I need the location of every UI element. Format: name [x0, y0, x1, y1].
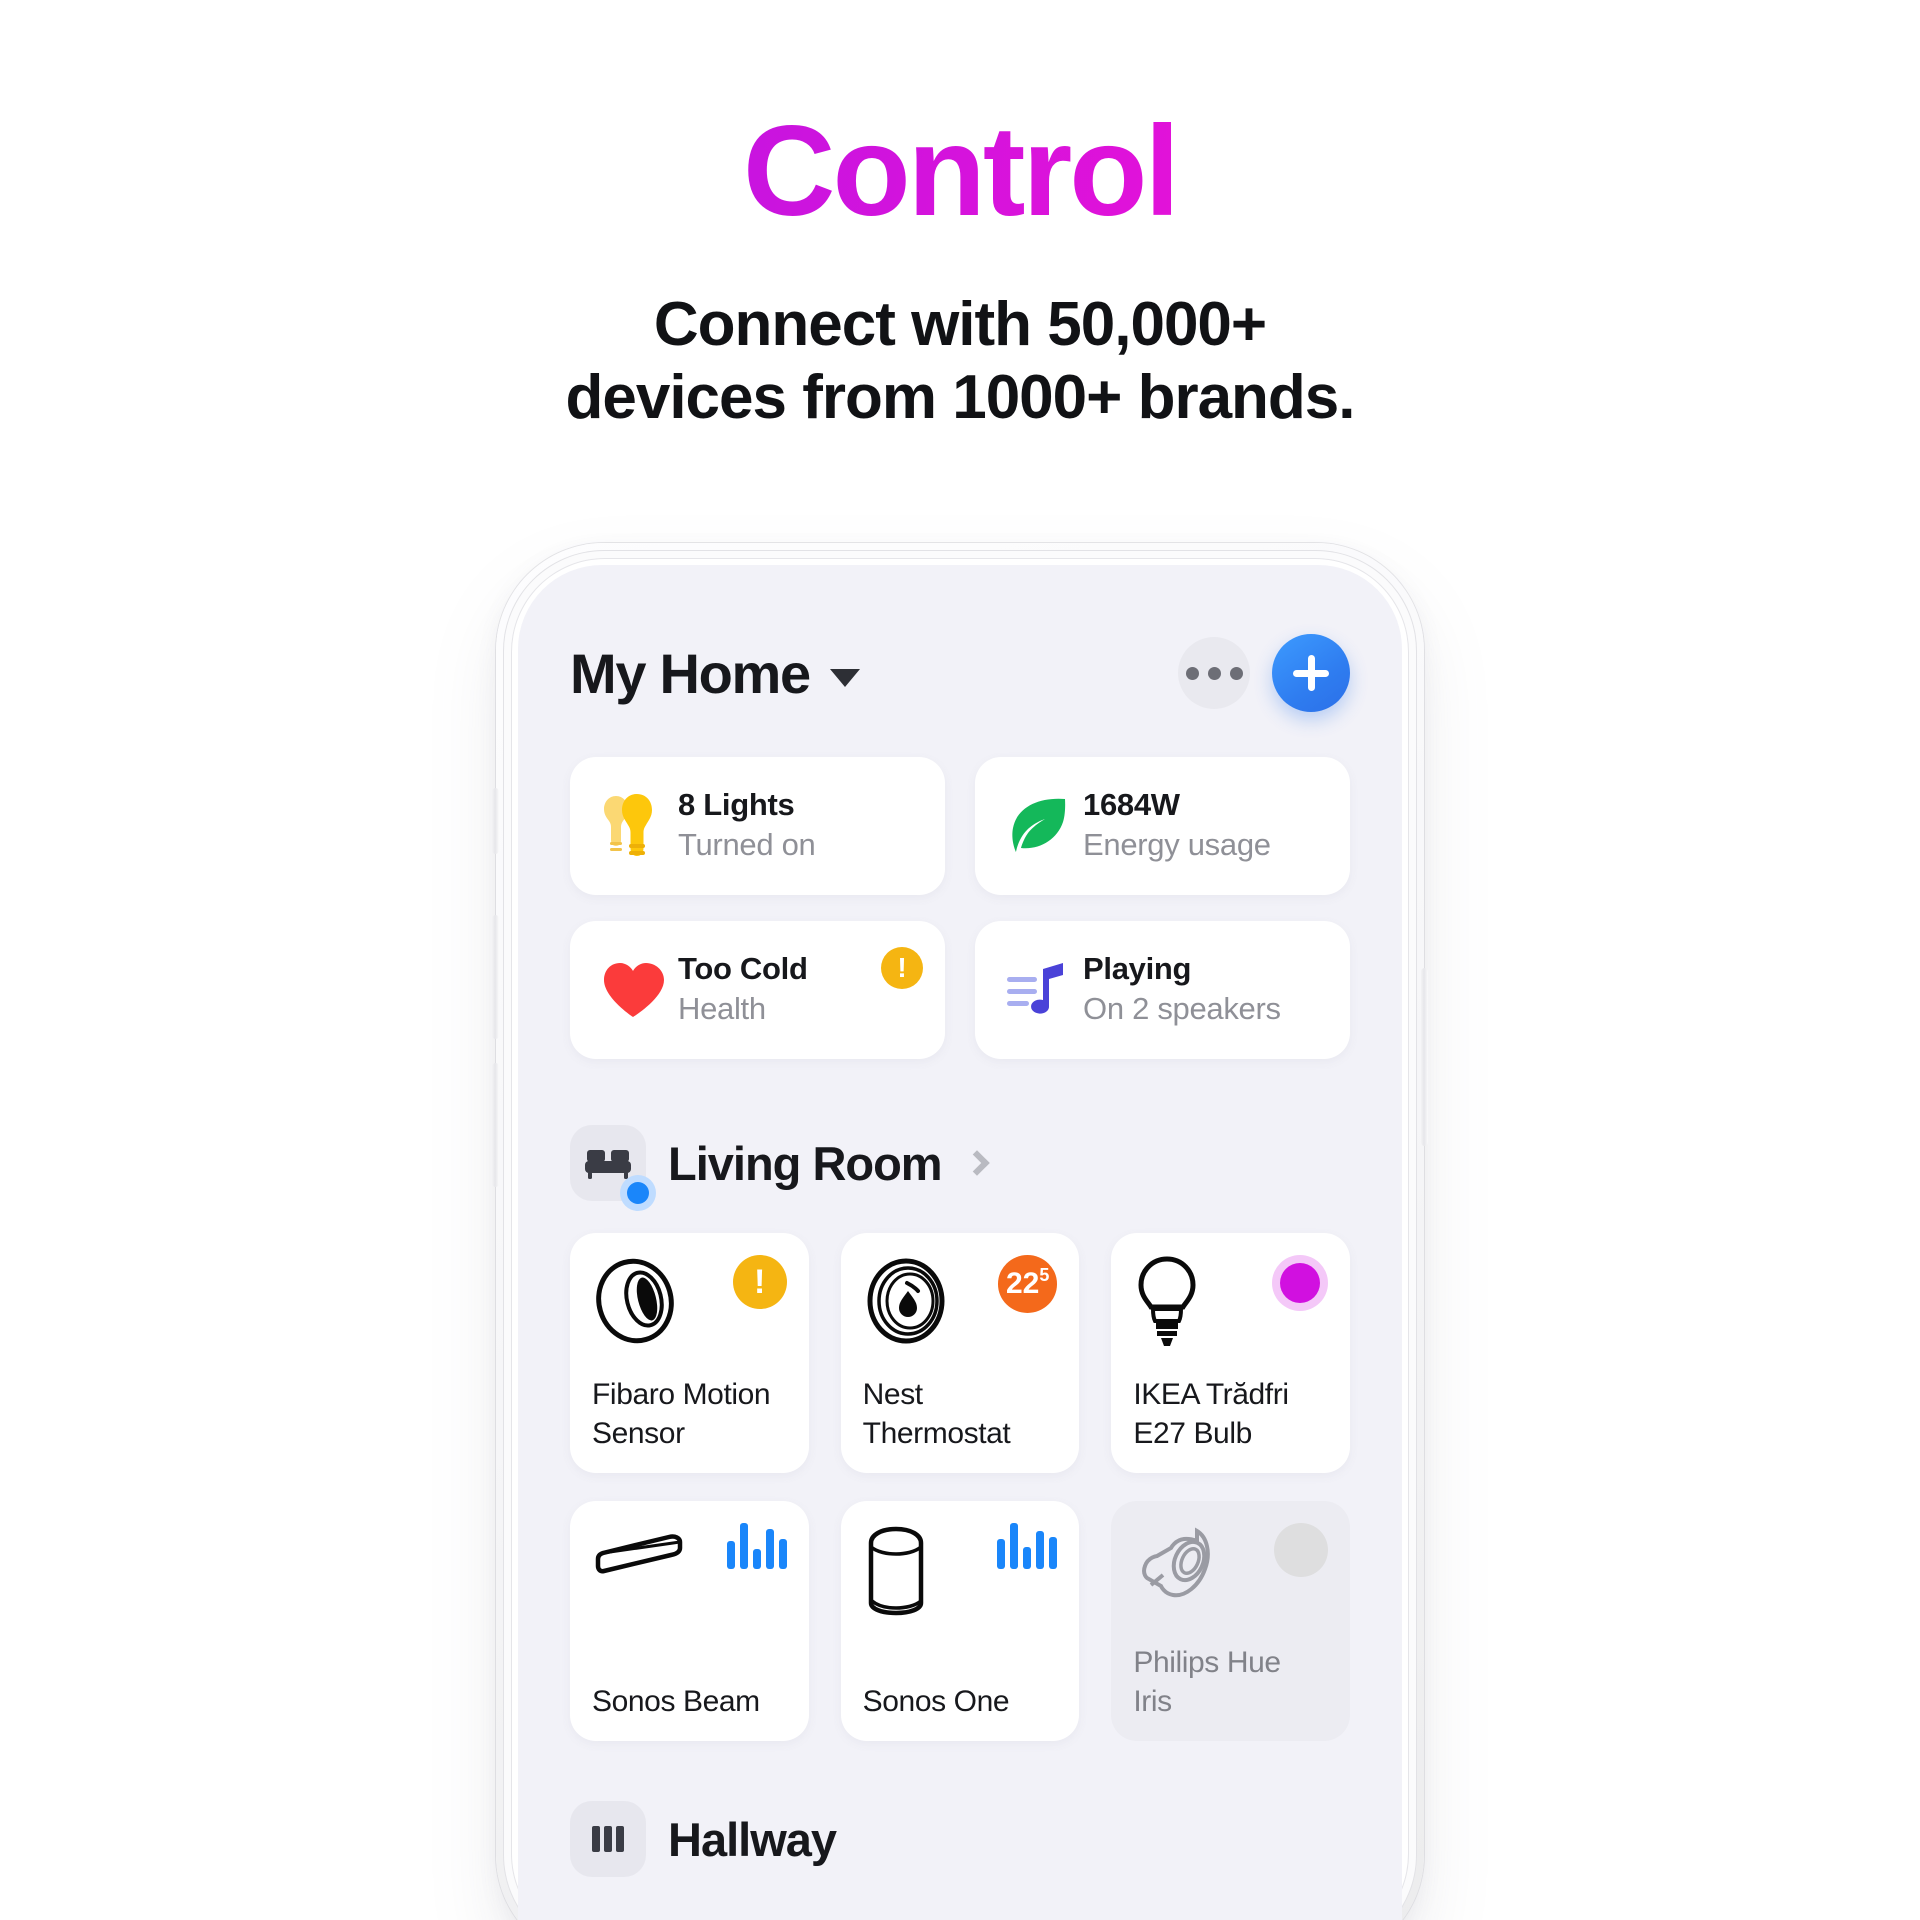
device-card-sonos-beam[interactable]: Sonos Beam	[570, 1501, 809, 1741]
power-off-badge	[1274, 1523, 1328, 1577]
hero-subtitle: Connect with 50,000+ devices from 1000+ …	[0, 288, 1920, 434]
temperature-badge: 22 5	[997, 1255, 1058, 1313]
sofa-icon	[570, 1125, 656, 1211]
room-header-hallway[interactable]: Hallway	[570, 1801, 1350, 1877]
status-card-lights[interactable]: 8 Lights Turned on	[570, 757, 945, 895]
device-card-nest-thermostat[interactable]: 22 5 Nest Thermostat	[840, 1233, 1080, 1473]
device-card-ikea-tradfri-bulb[interactable]: IKEA Trădfri E27 Bulb	[1111, 1233, 1350, 1473]
device-card-top	[592, 1523, 787, 1615]
phone-mockup: My Home 8 Lights Turned on 1684W Energy …	[492, 543, 1428, 1920]
status-card-subtitle: Health	[678, 991, 766, 1027]
soundbar-icon	[595, 1534, 683, 1574]
device-name-label: Fibaro Motion Sensor	[592, 1376, 787, 1453]
status-card-title: 1684W	[1083, 786, 1180, 822]
warning-badge: !	[732, 1255, 787, 1309]
status-card-text: 8 Lights Turned on	[678, 786, 816, 866]
device-name-label: Philips Hue Iris	[1133, 1644, 1328, 1721]
device-name-line1: Fibaro Motion	[592, 1378, 771, 1412]
status-card-text: Playing On 2 speakers	[1083, 951, 1281, 1030]
device-card-top	[1133, 1523, 1328, 1615]
app-header: My Home	[570, 627, 1350, 719]
device-grid-living-room: ! Fibaro Motion Sensor 22 5 Nest Thermos…	[570, 1233, 1350, 1741]
device-name-line1: Nest	[862, 1378, 923, 1412]
temperature-decimal: 5	[1039, 1265, 1050, 1285]
status-card-title: Too Cold	[678, 950, 808, 986]
device-card-sonos-one[interactable]: Sonos One	[840, 1501, 1080, 1741]
device-card-top: !	[592, 1255, 787, 1347]
room-active-dot	[620, 1175, 656, 1211]
header-actions	[1178, 634, 1350, 712]
dot-icon	[1229, 666, 1243, 680]
status-card-text: 1684W Energy usage	[1083, 787, 1271, 866]
status-card-media[interactable]: Playing On 2 speakers	[975, 921, 1350, 1059]
status-card-subtitle: On 2 speakers	[1083, 991, 1281, 1027]
hero-subtitle-line2: devices from 1000+ brands.	[565, 363, 1355, 433]
room-name-label: Hallway	[668, 1812, 837, 1866]
device-card-philips-hue-iris[interactable]: Philips Hue Iris	[1111, 1501, 1350, 1741]
room-header-living-room[interactable]: Living Room	[570, 1125, 1350, 1211]
device-name-label: IKEA Trădfri E27 Bulb	[1133, 1376, 1328, 1453]
status-cards-grid: 8 Lights Turned on 1684W Energy usage To…	[570, 757, 1350, 1059]
color-swatch	[1280, 1263, 1320, 1303]
device-card-top	[863, 1523, 1058, 1616]
page-root: Control Connect with 50,000+ devices fro…	[0, 0, 1920, 1920]
chevron-right-icon	[963, 1150, 990, 1176]
device-name-label: Sonos Beam	[592, 1683, 787, 1721]
status-card-title: Playing	[1083, 950, 1192, 986]
phone-screen: My Home 8 Lights Turned on 1684W Energy …	[518, 565, 1402, 1920]
motion-sensor-icon	[596, 1258, 674, 1344]
status-card-health[interactable]: Too Cold Health !	[570, 921, 945, 1059]
home-selector[interactable]: My Home	[570, 641, 860, 706]
status-card-title: 8 Lights	[678, 786, 795, 822]
device-name-line2: Thermostat	[862, 1416, 1011, 1450]
room-name-label: Living Room	[668, 1136, 943, 1190]
device-name-line1: Philips Hue	[1133, 1646, 1281, 1680]
device-name-label: Sonos One	[863, 1683, 1058, 1721]
volume-up-button[interactable]	[492, 915, 499, 1039]
speaker-icon	[868, 1526, 923, 1616]
add-device-button[interactable]	[1272, 634, 1350, 712]
silent-switch-button[interactable]	[492, 788, 499, 854]
temperature-value: 22	[1005, 1267, 1040, 1300]
device-card-top: 22 5	[863, 1255, 1058, 1347]
device-name-line1: Sonos One	[862, 1684, 1010, 1718]
device-name-label: Nest Thermostat	[863, 1376, 1058, 1453]
bulb-icon	[1138, 1256, 1196, 1346]
equalizer-icon	[726, 1523, 787, 1569]
device-name-line2: Iris	[1133, 1684, 1172, 1718]
status-card-subtitle: Energy usage	[1083, 827, 1271, 863]
warning-badge: !	[881, 947, 923, 989]
status-card-subtitle: Turned on	[678, 827, 816, 863]
device-card-fibaro-motion-sensor[interactable]: ! Fibaro Motion Sensor	[570, 1233, 809, 1473]
status-card-energy[interactable]: 1684W Energy usage	[975, 757, 1350, 895]
device-card-top	[1133, 1255, 1328, 1347]
hero-section: Control Connect with 50,000+ devices fro…	[0, 0, 1920, 434]
heart-icon	[596, 961, 670, 1019]
hero-subtitle-line1: Connect with 50,000+	[653, 290, 1267, 359]
home-name-label: My Home	[570, 641, 811, 705]
more-options-button[interactable]	[1178, 637, 1250, 709]
leaf-icon	[1001, 793, 1075, 859]
power-button[interactable]	[1421, 968, 1428, 1146]
device-name-line2: E27 Bulb	[1133, 1416, 1252, 1450]
status-card-text: Too Cold Health	[678, 951, 808, 1030]
page-title: Control	[0, 108, 1920, 236]
hallway-icon	[570, 1801, 646, 1877]
equalizer-icon	[997, 1523, 1058, 1569]
lightbulbs-icon	[596, 790, 670, 862]
device-name-line2: Sensor	[592, 1416, 685, 1450]
dot-icon	[1207, 666, 1221, 680]
device-name-line1: Sonos Beam	[592, 1684, 760, 1718]
device-name-line1: IKEA Trădfri	[1133, 1378, 1289, 1412]
caret-down-icon	[829, 669, 860, 687]
thermostat-icon	[867, 1258, 945, 1344]
volume-down-button[interactable]	[492, 1063, 499, 1187]
music-note-icon	[1001, 959, 1075, 1021]
spotlight-icon	[1142, 1527, 1211, 1598]
dot-icon	[1185, 666, 1199, 680]
color-badge	[1272, 1255, 1328, 1311]
